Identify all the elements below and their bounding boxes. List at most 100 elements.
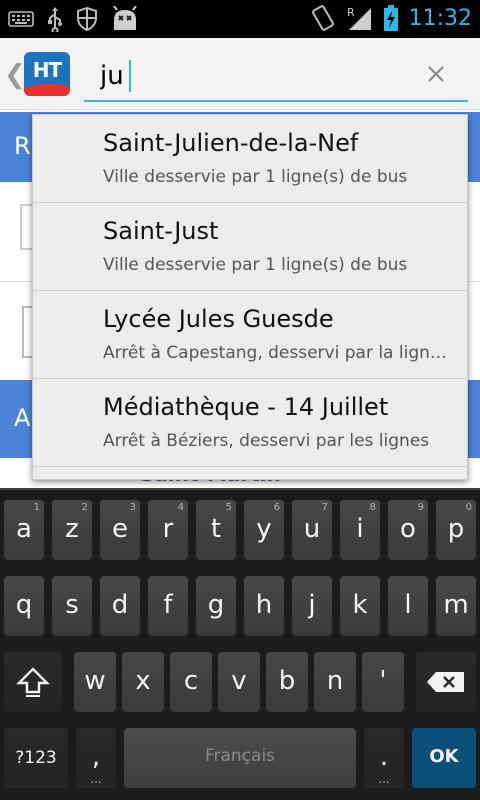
clock: 11:32: [408, 5, 472, 31]
key-label: .: [379, 742, 389, 772]
suggestion-item[interactable]: Saint-Julien-de-la-Nef Ville desservie p…: [33, 115, 469, 203]
back-chevron-icon[interactable]: ❮: [4, 60, 26, 90]
key-label: a: [16, 514, 32, 544]
backspace-key[interactable]: [416, 652, 476, 712]
key-label: s: [65, 590, 79, 620]
suggestions-dropdown: Saint-Julien-de-la-Nef Ville desservie p…: [32, 114, 469, 480]
symbols-key[interactable]: ?123: [4, 728, 68, 788]
key-z[interactable]: 2z: [52, 500, 92, 560]
key-a[interactable]: 1a: [4, 500, 44, 560]
logo-text: HT: [32, 58, 62, 82]
action-bar: ❮ HT: [0, 38, 480, 110]
suggestion-subtitle: Arrêt à Capestang, desservi par la ligne…: [103, 343, 453, 363]
key-y[interactable]: 6y: [244, 500, 284, 560]
key-t[interactable]: 5t: [196, 500, 236, 560]
key-h[interactable]: h: [244, 576, 284, 636]
suggestion-subtitle: Arrêt à Béziers, desservi par les lignes: [103, 431, 430, 451]
key-more-indicator: ...: [90, 772, 102, 786]
suggestion-title: Saint-Just: [103, 217, 219, 245]
key-hint: 9: [417, 502, 424, 513]
key-label: ': [379, 666, 387, 696]
key-s[interactable]: s: [52, 576, 92, 636]
key-label: i: [356, 514, 364, 544]
key-label: r: [162, 514, 174, 544]
search-field[interactable]: [84, 50, 468, 102]
key-e[interactable]: 3e: [100, 500, 140, 560]
key-w[interactable]: w: [74, 652, 116, 712]
key-o[interactable]: 9o: [388, 500, 428, 560]
signal-icon: R: [345, 4, 373, 32]
key-label: x: [135, 666, 151, 696]
key-k[interactable]: k: [340, 576, 380, 636]
suggestion-item[interactable]: Médiathèque - 14 Juillet Arrêt à Béziers…: [33, 379, 469, 467]
key-f[interactable]: f: [148, 576, 188, 636]
key-r[interactable]: 4r: [148, 500, 188, 560]
key-label: m: [443, 590, 469, 620]
key-hint: 8: [369, 502, 376, 513]
comma-key[interactable]: ,...: [76, 728, 116, 788]
key-hint: 7: [321, 502, 328, 513]
rotation-lock-icon: [311, 4, 335, 32]
key-q[interactable]: q: [4, 576, 44, 636]
suggestion-title: Saint-Julien-de-la-Nef: [103, 129, 359, 157]
key-hint: 6: [273, 502, 280, 513]
search-input[interactable]: [100, 58, 410, 94]
key-label: o: [400, 514, 416, 544]
key-n[interactable]: n: [314, 652, 356, 712]
key-label: b: [278, 666, 296, 696]
key-label: OK: [429, 746, 459, 767]
key-label: l: [404, 590, 412, 620]
key-u[interactable]: 7u: [292, 500, 332, 560]
key-j[interactable]: j: [292, 576, 332, 636]
key-label: h: [255, 590, 273, 620]
key-label: ?123: [15, 748, 57, 768]
battery-charging-icon: [383, 4, 399, 32]
app-logo[interactable]: HT: [24, 52, 70, 96]
text-cursor: [129, 60, 131, 92]
key-hint: 2: [81, 502, 88, 513]
key-d[interactable]: d: [100, 576, 140, 636]
key-label: k: [352, 590, 368, 620]
android-debug-icon: [110, 6, 140, 32]
key-label: y: [256, 514, 272, 544]
backspace-icon: [427, 672, 464, 692]
key-p[interactable]: 0p: [436, 500, 476, 560]
key-label: q: [15, 590, 33, 620]
suggestion-item[interactable]: Saint-Just Ville desservie par 1 ligne(s…: [33, 203, 469, 291]
key-hint: 3: [129, 502, 136, 513]
key-label: Français: [204, 746, 276, 766]
suggestion-subtitle: Ville desservie par 1 ligne(s) de bus: [103, 255, 408, 275]
key-hint: 4: [177, 502, 184, 513]
key-l[interactable]: l: [388, 576, 428, 636]
key-label: e: [112, 514, 128, 544]
key-label: u: [303, 514, 321, 544]
section-header-letter: R: [14, 132, 31, 160]
close-icon[interactable]: [422, 60, 450, 88]
key-b[interactable]: b: [266, 652, 308, 712]
keyboard-icon: [8, 9, 34, 29]
ok-key[interactable]: OK: [412, 728, 476, 788]
shift-key[interactable]: [4, 652, 62, 712]
key-label: c: [183, 666, 199, 696]
key-label: g: [207, 590, 225, 620]
section-header-letter: A: [14, 404, 31, 432]
soft-keyboard: 1a 2z 3e 4r 5t 6y 7u 8i 9o 0p q s d f g …: [0, 488, 480, 800]
suggestion-item[interactable]: Lycée Jules Guesde Arrêt à Capestang, de…: [33, 291, 469, 379]
key-i[interactable]: 8i: [340, 500, 380, 560]
key-apostrophe[interactable]: ': [362, 652, 404, 712]
key-x[interactable]: x: [122, 652, 164, 712]
key-label: d: [111, 590, 129, 620]
logo-wave: [24, 84, 70, 96]
svg-text:R: R: [347, 6, 355, 19]
period-key[interactable]: ....: [364, 728, 404, 788]
key-g[interactable]: g: [196, 576, 236, 636]
key-c[interactable]: c: [170, 652, 212, 712]
space-key[interactable]: Français: [124, 728, 356, 788]
suggestion-subtitle: Ville desservie par 1 ligne(s) de bus: [103, 167, 408, 187]
key-label: z: [65, 514, 79, 544]
shield-icon: [76, 6, 98, 32]
key-v[interactable]: v: [218, 652, 260, 712]
key-m[interactable]: m: [436, 576, 476, 636]
status-bar: R 11:32: [0, 0, 480, 38]
shift-icon: [16, 667, 50, 697]
